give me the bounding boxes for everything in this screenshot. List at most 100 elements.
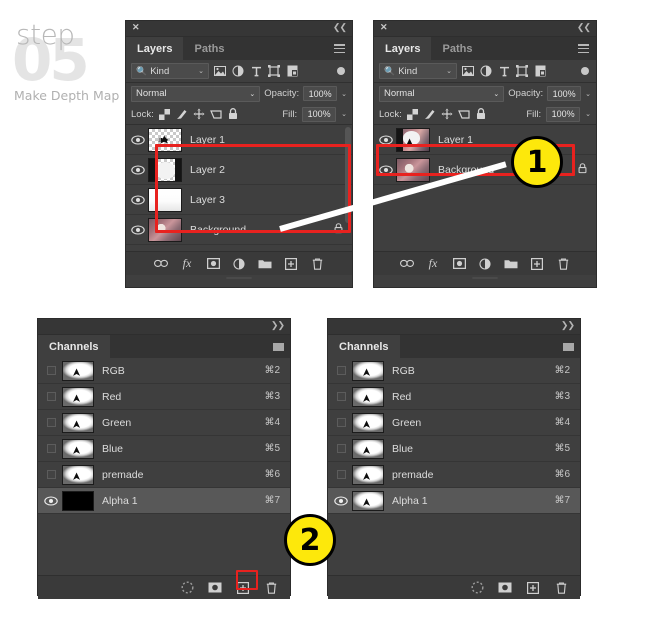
channel-visibility-toggle[interactable]: [330, 444, 352, 453]
list-item[interactable]: ➤ premade ⌘6: [328, 462, 580, 488]
layer-thumbnail[interactable]: ➤: [396, 127, 430, 152]
opacity-chevron-down-icon[interactable]: ⌄: [341, 90, 347, 98]
channel-visibility-icon[interactable]: [40, 495, 62, 506]
shape-layer-icon[interactable]: [267, 64, 281, 78]
load-selection-icon[interactable]: [470, 581, 484, 595]
fill-input[interactable]: 100%: [546, 106, 581, 122]
channel-visibility-icon[interactable]: [330, 495, 352, 506]
list-item[interactable]: ➤ Blue ⌘5: [38, 436, 290, 462]
adjustment-layer-icon[interactable]: [231, 64, 245, 78]
layer-visibility-icon[interactable]: [376, 164, 396, 175]
delete-layer-icon[interactable]: [556, 257, 570, 271]
close-icon[interactable]: ✕: [132, 22, 140, 33]
lock-transparency-icon[interactable]: [159, 108, 171, 120]
new-adjustment-layer-icon[interactable]: [232, 257, 246, 271]
layer-mask-icon[interactable]: [452, 257, 466, 271]
channel-visibility-toggle[interactable]: [330, 366, 352, 375]
type-layer-icon[interactable]: [249, 64, 263, 78]
filter-toggle-icon[interactable]: [581, 67, 589, 75]
filter-kind-select[interactable]: 🔍 Kind ⌄: [379, 63, 457, 79]
tab-channels[interactable]: Channels: [38, 335, 110, 358]
channel-visibility-toggle[interactable]: [330, 470, 352, 479]
collapse-panel-icon[interactable]: ❮❮: [333, 22, 347, 33]
channel-visibility-toggle[interactable]: [40, 470, 62, 479]
link-layers-icon[interactable]: [154, 257, 168, 271]
table-row[interactable]: Layer 2: [126, 155, 352, 185]
layer-mask-icon[interactable]: [206, 257, 220, 271]
channel-thumbnail[interactable]: ➤: [62, 412, 94, 433]
channel-visibility-toggle[interactable]: [40, 366, 62, 375]
fill-chevron-down-icon[interactable]: ⌄: [585, 110, 591, 118]
tab-layers[interactable]: Layers: [126, 37, 184, 60]
blend-mode-select[interactable]: Normal ⌄: [131, 85, 261, 102]
list-item[interactable]: ➤ premade ⌘6: [38, 462, 290, 488]
new-group-icon[interactable]: [258, 257, 272, 271]
channel-thumbnail[interactable]: ➤: [352, 464, 384, 485]
shape-layer-icon[interactable]: [515, 64, 529, 78]
tab-paths[interactable]: Paths: [431, 37, 484, 60]
fill-chevron-down-icon[interactable]: ⌄: [341, 110, 347, 118]
list-item[interactable]: ➤ Red ⌘3: [38, 384, 290, 410]
new-channel-icon[interactable]: [236, 581, 250, 595]
lock-image-icon[interactable]: [424, 108, 436, 120]
new-layer-icon[interactable]: [530, 257, 544, 271]
channel-thumbnail[interactable]: ➤: [352, 360, 384, 381]
expand-panel-icon[interactable]: ❯❯: [271, 320, 285, 331]
new-adjustment-layer-icon[interactable]: [478, 257, 492, 271]
panel-menu-icon[interactable]: [563, 343, 574, 351]
panel-menu-icon[interactable]: [578, 44, 589, 53]
list-item[interactable]: ➤ RGB ⌘2: [328, 358, 580, 384]
load-selection-icon[interactable]: [180, 581, 194, 595]
close-icon[interactable]: ✕: [380, 22, 388, 33]
channel-thumbnail[interactable]: ➤: [352, 490, 384, 511]
link-layers-icon[interactable]: [400, 257, 414, 271]
table-row[interactable]: ➠ ➤ Layer 1: [126, 125, 352, 155]
layer-visibility-icon[interactable]: [376, 134, 396, 145]
channel-visibility-toggle[interactable]: [40, 418, 62, 427]
lock-transparency-icon[interactable]: [407, 108, 419, 120]
list-item[interactable]: ➤ Green ⌘4: [38, 410, 290, 436]
layer-visibility-icon[interactable]: [128, 194, 148, 205]
channel-thumbnail[interactable]: ➤: [62, 360, 94, 381]
delete-channel-icon[interactable]: [264, 581, 278, 595]
opacity-input[interactable]: 100%: [303, 86, 338, 101]
channel-thumbnail[interactable]: ➤: [352, 386, 384, 407]
smart-object-icon[interactable]: [285, 64, 299, 78]
layer-thumbnail[interactable]: [148, 187, 182, 212]
lock-artboard-icon[interactable]: [457, 108, 470, 120]
filter-kind-select[interactable]: 🔍 Kind ⌄: [131, 63, 209, 79]
collapse-panel-icon[interactable]: ❮❮: [577, 22, 591, 33]
fill-input[interactable]: 100%: [302, 106, 337, 122]
lock-all-icon[interactable]: [227, 108, 239, 120]
lock-position-icon[interactable]: [193, 108, 205, 120]
channel-thumbnail[interactable]: ➤: [62, 438, 94, 459]
panel-menu-icon[interactable]: [334, 44, 345, 53]
layer-visibility-icon[interactable]: [128, 224, 148, 235]
channel-thumbnail[interactable]: ➤: [352, 438, 384, 459]
layer-thumbnail[interactable]: [148, 157, 182, 182]
panel-resize-grip[interactable]: [374, 275, 596, 281]
new-channel-icon[interactable]: [526, 581, 540, 595]
save-selection-icon[interactable]: [498, 581, 512, 595]
type-layer-icon[interactable]: [497, 64, 511, 78]
list-item[interactable]: Alpha 1 ⌘7: [38, 488, 290, 514]
pixel-layer-icon[interactable]: [461, 64, 475, 78]
delete-channel-icon[interactable]: [554, 581, 568, 595]
adjustment-layer-icon[interactable]: [479, 64, 493, 78]
layer-visibility-icon[interactable]: [128, 134, 148, 145]
channel-visibility-toggle[interactable]: [40, 392, 62, 401]
list-item[interactable]: ➤ Green ⌘4: [328, 410, 580, 436]
list-item[interactable]: ➤ RGB ⌘2: [38, 358, 290, 384]
opacity-input[interactable]: 100%: [547, 86, 582, 101]
layer-thumbnail[interactable]: ➠ ➤: [148, 127, 182, 152]
layer-thumbnail[interactable]: [148, 217, 182, 242]
channel-visibility-toggle[interactable]: [40, 444, 62, 453]
tab-layers[interactable]: Layers: [374, 37, 432, 60]
layer-style-fx-icon[interactable]: fx: [180, 256, 194, 271]
list-item[interactable]: ➤ Alpha 1 ⌘7: [328, 488, 580, 514]
table-row[interactable]: ➤ Layer 1: [374, 125, 596, 155]
lock-artboard-icon[interactable]: [209, 108, 222, 120]
delete-layer-icon[interactable]: [310, 257, 324, 271]
layer-visibility-icon[interactable]: [128, 164, 148, 175]
smart-object-icon[interactable]: [533, 64, 547, 78]
